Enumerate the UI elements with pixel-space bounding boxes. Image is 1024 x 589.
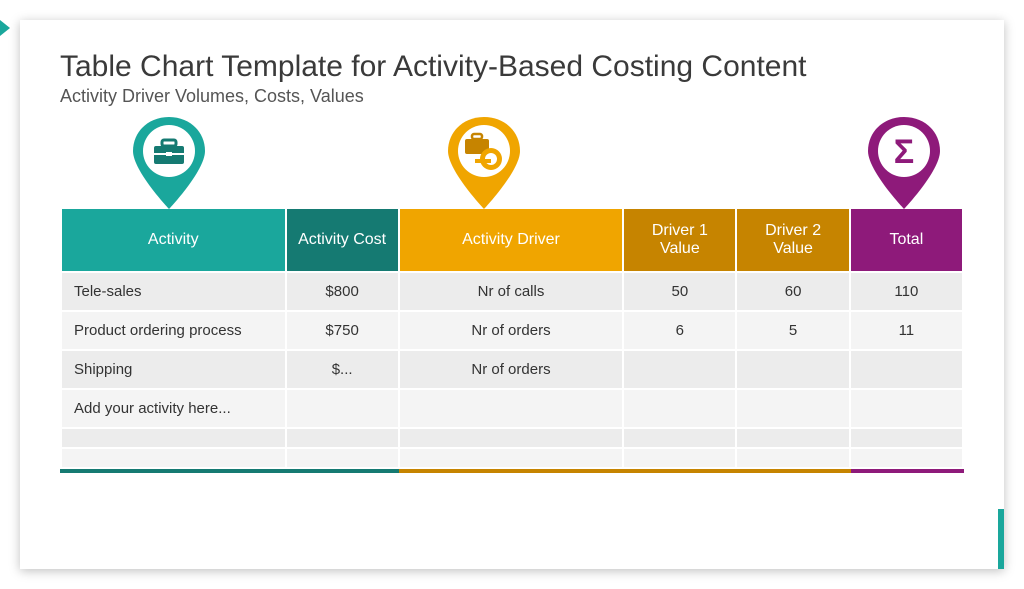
col-driver2: Driver 2 Value bbox=[737, 209, 848, 271]
cell-d1 bbox=[624, 351, 735, 388]
cell-activity: Shipping bbox=[62, 351, 285, 388]
cell-d1 bbox=[624, 390, 735, 427]
cell-cost bbox=[287, 449, 398, 467]
cell-cost: $750 bbox=[287, 312, 398, 349]
cell-d2: 60 bbox=[737, 273, 848, 310]
cell-total: 11 bbox=[851, 312, 962, 349]
table-row: Shipping $... Nr of orders bbox=[62, 351, 962, 388]
table-row: Add your activity here... bbox=[62, 390, 962, 427]
cell-cost: $800 bbox=[287, 273, 398, 310]
cell-d2 bbox=[737, 429, 848, 447]
cell-driver bbox=[400, 449, 623, 467]
pin-row: Σ bbox=[60, 117, 964, 207]
table-body: Tele-sales $800 Nr of calls 50 60 110 Pr… bbox=[62, 273, 962, 467]
cell-cost bbox=[287, 429, 398, 447]
col-cost: Activity Cost bbox=[287, 209, 398, 271]
costing-table: Activity Activity Cost Activity Driver D… bbox=[60, 207, 964, 469]
cell-activity bbox=[62, 429, 285, 447]
cell-driver bbox=[400, 390, 623, 427]
cell-cost: $... bbox=[287, 351, 398, 388]
border-segment-orange bbox=[399, 469, 851, 473]
slide: Table Chart Template for Activity-Based … bbox=[20, 20, 1004, 569]
cell-cost bbox=[287, 390, 398, 427]
cell-d2 bbox=[737, 449, 848, 467]
border-segment-magenta bbox=[851, 469, 964, 473]
cell-total bbox=[851, 351, 962, 388]
col-driver1: Driver 1 Value bbox=[624, 209, 735, 271]
sigma-icon: Σ bbox=[865, 117, 943, 209]
cell-activity: Product ordering process bbox=[62, 312, 285, 349]
cell-d1 bbox=[624, 429, 735, 447]
cell-driver: Nr of calls bbox=[400, 273, 623, 310]
table-row bbox=[62, 429, 962, 447]
table-row bbox=[62, 449, 962, 467]
cell-d1: 6 bbox=[624, 312, 735, 349]
cell-d1: 50 bbox=[624, 273, 735, 310]
table-row: Product ordering process $750 Nr of orde… bbox=[62, 312, 962, 349]
cell-d2 bbox=[737, 390, 848, 427]
cell-total bbox=[851, 429, 962, 447]
cell-activity: Tele-sales bbox=[62, 273, 285, 310]
slide-subtitle: Activity Driver Volumes, Costs, Values bbox=[60, 86, 964, 107]
corner-accent-tab bbox=[998, 509, 1004, 569]
slide-title: Table Chart Template for Activity-Based … bbox=[60, 50, 964, 84]
cell-total bbox=[851, 390, 962, 427]
cell-d2 bbox=[737, 351, 848, 388]
cell-total bbox=[851, 449, 962, 467]
cell-d2: 5 bbox=[737, 312, 848, 349]
cell-driver bbox=[400, 429, 623, 447]
table-bottom-border bbox=[60, 469, 964, 473]
cell-activity: Add your activity here... bbox=[62, 390, 285, 427]
cell-total: 110 bbox=[851, 273, 962, 310]
briefcase-tape-icon bbox=[445, 117, 523, 209]
col-activity: Activity bbox=[62, 209, 285, 271]
svg-text:Σ: Σ bbox=[894, 133, 914, 171]
left-accent-tab bbox=[0, 20, 10, 36]
cell-d1 bbox=[624, 449, 735, 467]
cell-driver: Nr of orders bbox=[400, 312, 623, 349]
cell-activity bbox=[62, 449, 285, 467]
col-driver: Activity Driver bbox=[400, 209, 623, 271]
col-total: Total bbox=[851, 209, 962, 271]
table-row: Tele-sales $800 Nr of calls 50 60 110 bbox=[62, 273, 962, 310]
table-header-row: Activity Activity Cost Activity Driver D… bbox=[62, 209, 962, 271]
briefcase-icon bbox=[130, 117, 208, 209]
cell-driver: Nr of orders bbox=[400, 351, 623, 388]
border-segment-teal bbox=[60, 469, 399, 473]
